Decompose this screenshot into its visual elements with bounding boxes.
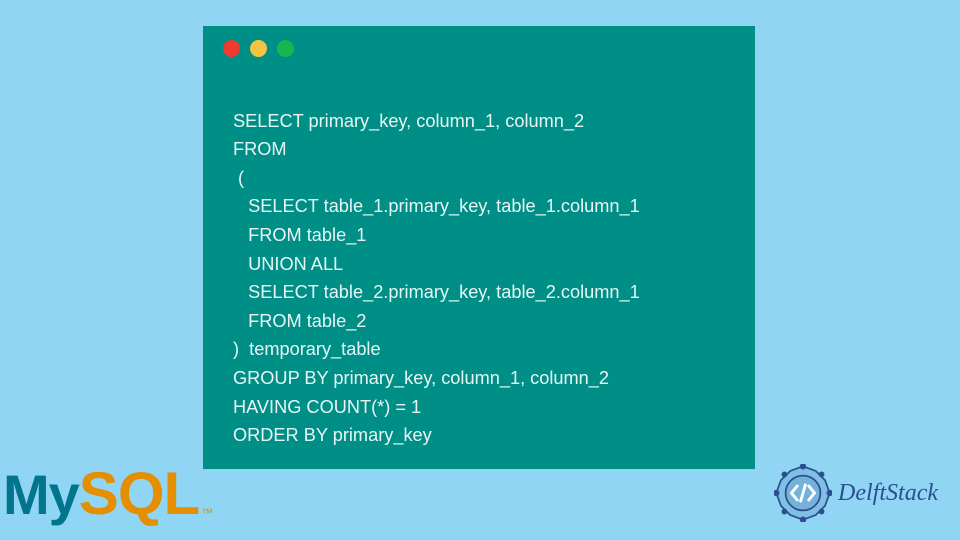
mysql-logo: MySQL™: [3, 459, 211, 528]
minimize-icon: [250, 40, 267, 57]
close-icon: [223, 40, 240, 57]
code-line: FROM table_1: [233, 225, 366, 245]
code-line: ORDER BY primary_key: [233, 425, 432, 445]
code-line: FROM: [233, 139, 287, 159]
delftstack-emblem-icon: [774, 464, 832, 522]
code-line: GROUP BY primary_key, column_1, column_2: [233, 368, 609, 388]
maximize-icon: [277, 40, 294, 57]
mysql-logo-part1: My: [3, 463, 79, 526]
code-line: FROM table_2: [233, 311, 366, 331]
code-line: SELECT primary_key, column_1, column_2: [233, 111, 584, 131]
window-traffic-lights: [223, 40, 294, 57]
mysql-logo-part2: SQL: [79, 460, 199, 527]
code-line: ) temporary_table: [233, 339, 381, 359]
mysql-logo-tm: ™: [201, 506, 213, 520]
code-line: UNION ALL: [233, 254, 343, 274]
code-line: SELECT table_2.primary_key, table_2.colu…: [233, 282, 640, 302]
code-line: HAVING COUNT(*) = 1: [233, 397, 421, 417]
code-window: SELECT primary_key, column_1, column_2 F…: [203, 26, 755, 469]
delftstack-label: DelftStack: [838, 480, 938, 507]
sql-code-block: SELECT primary_key, column_1, column_2 F…: [233, 78, 735, 478]
code-line: SELECT table_1.primary_key, table_1.colu…: [233, 196, 640, 216]
delftstack-logo: DelftStack: [774, 464, 938, 522]
code-line: (: [233, 168, 244, 188]
